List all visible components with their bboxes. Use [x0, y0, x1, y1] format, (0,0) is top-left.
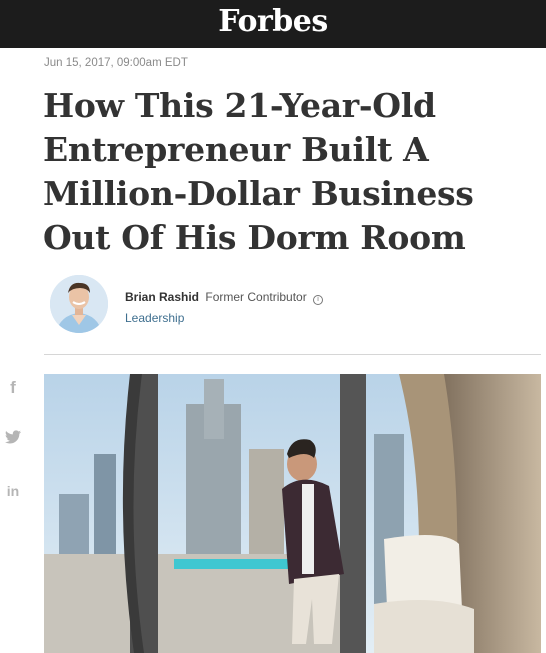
top-nav-bar: Forbes — [0, 0, 546, 48]
author-byline: Brian Rashid Former Contributor i — [125, 290, 324, 305]
author-role: Former Contributor — [205, 290, 307, 304]
linkedin-share-icon[interactable]: in — [4, 483, 22, 501]
article-headline: How This 21-Year-Old Entrepreneur Built … — [43, 86, 474, 257]
forbes-logo[interactable]: Forbes — [0, 0, 546, 48]
author-name[interactable]: Brian Rashid — [125, 290, 199, 304]
byline-divider — [44, 354, 541, 355]
publish-date: Jun 15, 2017, 09:00am EDT — [44, 57, 188, 69]
facebook-share-icon[interactable]: f — [4, 378, 22, 397]
channel-link[interactable]: Leadership — [125, 311, 184, 325]
twitter-share-icon[interactable] — [4, 430, 22, 448]
author-avatar[interactable] — [50, 275, 108, 333]
info-icon[interactable]: i — [313, 295, 324, 305]
hero-image — [44, 374, 541, 653]
